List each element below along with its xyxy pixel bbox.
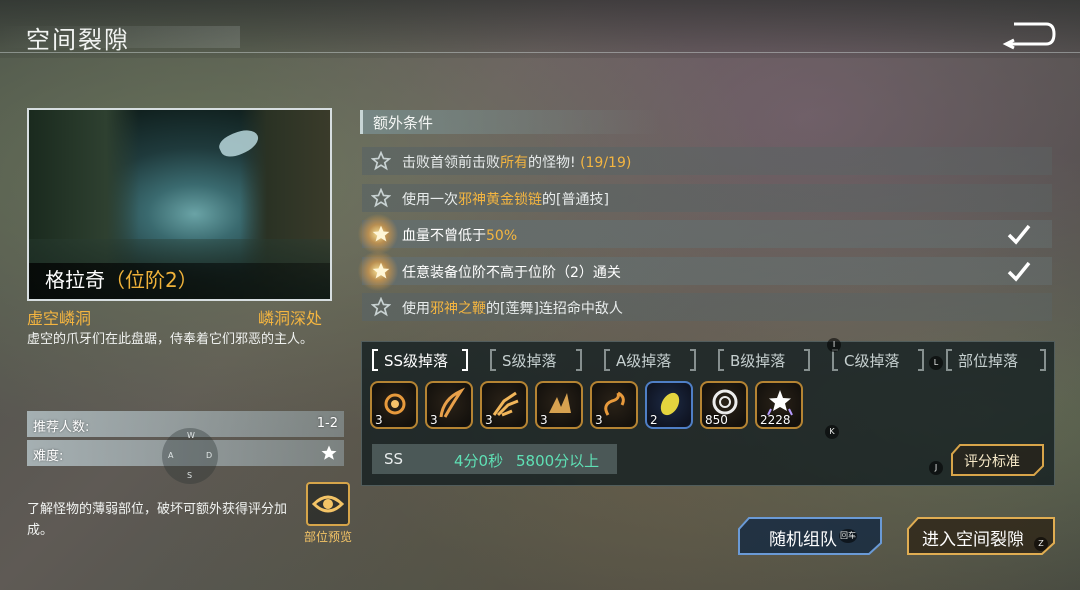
tab-part-drop[interactable]: 部位掉落: [946, 347, 1046, 375]
tab-a-drop[interactable]: A级掉落: [604, 347, 696, 375]
return-arrow-icon: [1002, 22, 1056, 50]
joystick-a: A: [168, 451, 174, 460]
boss-description: 虚空的爪牙们在此盘踞，侍奉着它们邪恶的主人。: [27, 332, 314, 347]
key-hint-j: J: [929, 461, 943, 475]
key-hint-i: I: [827, 338, 841, 352]
joystick-d: D: [206, 451, 213, 460]
drop-item[interactable]: 3: [480, 381, 528, 429]
tab-s-drop[interactable]: S级掉落: [490, 347, 582, 375]
joystick-w: W: [187, 431, 195, 440]
top-divider: [0, 52, 1080, 53]
tab-c-drop[interactable]: C级掉落: [832, 347, 924, 375]
boss-name-bar: 格拉奇（位阶2）: [29, 263, 330, 299]
key-hint-hold: Z: [1034, 537, 1048, 551]
joystick-s: S: [187, 471, 193, 480]
claw-icon: [492, 391, 519, 417]
drop-item[interactable]: 3: [535, 381, 583, 429]
orb-shard-icon: [384, 393, 406, 415]
extra-conditions-header: 额外条件: [360, 110, 660, 134]
drop-item[interactable]: 2228: [755, 381, 803, 429]
condition-row-completed: 任意装备位阶不高于位阶（2）通关: [356, 249, 1052, 293]
part-preview-button[interactable]: 部位预览: [298, 482, 358, 544]
condition-row-completed: 血量不曾低于50%: [356, 212, 1052, 256]
tab-ss-drop[interactable]: SS级掉落: [372, 347, 468, 375]
eye-icon: [311, 495, 345, 513]
drop-item[interactable]: 850: [700, 381, 748, 429]
score-points: 5800分以上: [516, 452, 600, 470]
enter-rift-button[interactable]: 进入空间裂隙 Z: [906, 517, 1056, 555]
drop-item[interactable]: 3: [590, 381, 638, 429]
feather-icon: [439, 387, 466, 418]
key-hint-enter: 回车: [839, 529, 857, 543]
gem-icon: [660, 392, 680, 416]
scoring-criteria-button[interactable]: 评分标准: [950, 444, 1045, 476]
drop-item[interactable]: 3: [425, 381, 473, 429]
page-title: 空间裂隙: [26, 26, 130, 54]
boss-name: 格拉奇（位阶2）: [45, 268, 198, 292]
drop-item[interactable]: 2: [645, 381, 693, 429]
score-requirement: SS 4分0秒 5800分以上: [372, 444, 617, 474]
star-outline-icon: [371, 188, 391, 208]
boss-portrait: 格拉奇（位阶2）: [27, 108, 332, 301]
hook-icon: [604, 391, 625, 416]
score-time: 4分0秒: [454, 452, 504, 470]
drop-panel: SS级掉落 S级掉落 A级掉落 B级掉落 C级掉落 部位掉落 3 3 3 3 3…: [361, 341, 1055, 486]
part-preview-label: 部位预览: [303, 530, 352, 544]
score-grade: SS: [384, 450, 404, 468]
top-bar: 空间裂隙: [0, 0, 1080, 58]
star-outline-icon: [371, 297, 391, 317]
recommended-value: 1-2: [316, 416, 338, 431]
weak-point-hint: 了解怪物的薄弱部位，破坏可额外获得评分加成。: [27, 502, 288, 538]
key-hint-k: K: [825, 425, 839, 439]
checkmark-icon: [1007, 224, 1031, 245]
star-outline-icon: [371, 151, 391, 171]
boss-tier: （位阶2）: [105, 268, 198, 292]
virtual-joystick[interactable]: W A D S: [162, 428, 218, 484]
key-hint-l: L: [929, 356, 943, 370]
boss-subtitle: 虚空嶙洞: [27, 309, 92, 328]
condition-row: 击败首领前击败所有的怪物! (19/19): [362, 147, 1052, 175]
tab-b-drop[interactable]: B级掉落: [718, 347, 810, 375]
star-filled-icon: [372, 225, 390, 242]
wing-icon: [549, 393, 571, 413]
checkmark-icon: [1007, 261, 1031, 282]
condition-row: 使用邪神之鞭的[莲舞]连招命中敌人: [362, 293, 1052, 321]
boss-area: 嶙洞深处: [258, 309, 323, 328]
back-button[interactable]: [1000, 18, 1058, 50]
difficulty-label: 难度:: [33, 449, 64, 464]
random-team-button[interactable]: 随机组队 回车: [737, 517, 883, 555]
condition-row: 使用一次邪神黄金锁链的[普通技]: [362, 184, 1052, 212]
recommended-label: 推荐人数:: [33, 420, 90, 435]
star-filled-icon: [372, 262, 390, 279]
difficulty-star-icon: [321, 445, 337, 460]
drop-item[interactable]: 3: [370, 381, 418, 429]
